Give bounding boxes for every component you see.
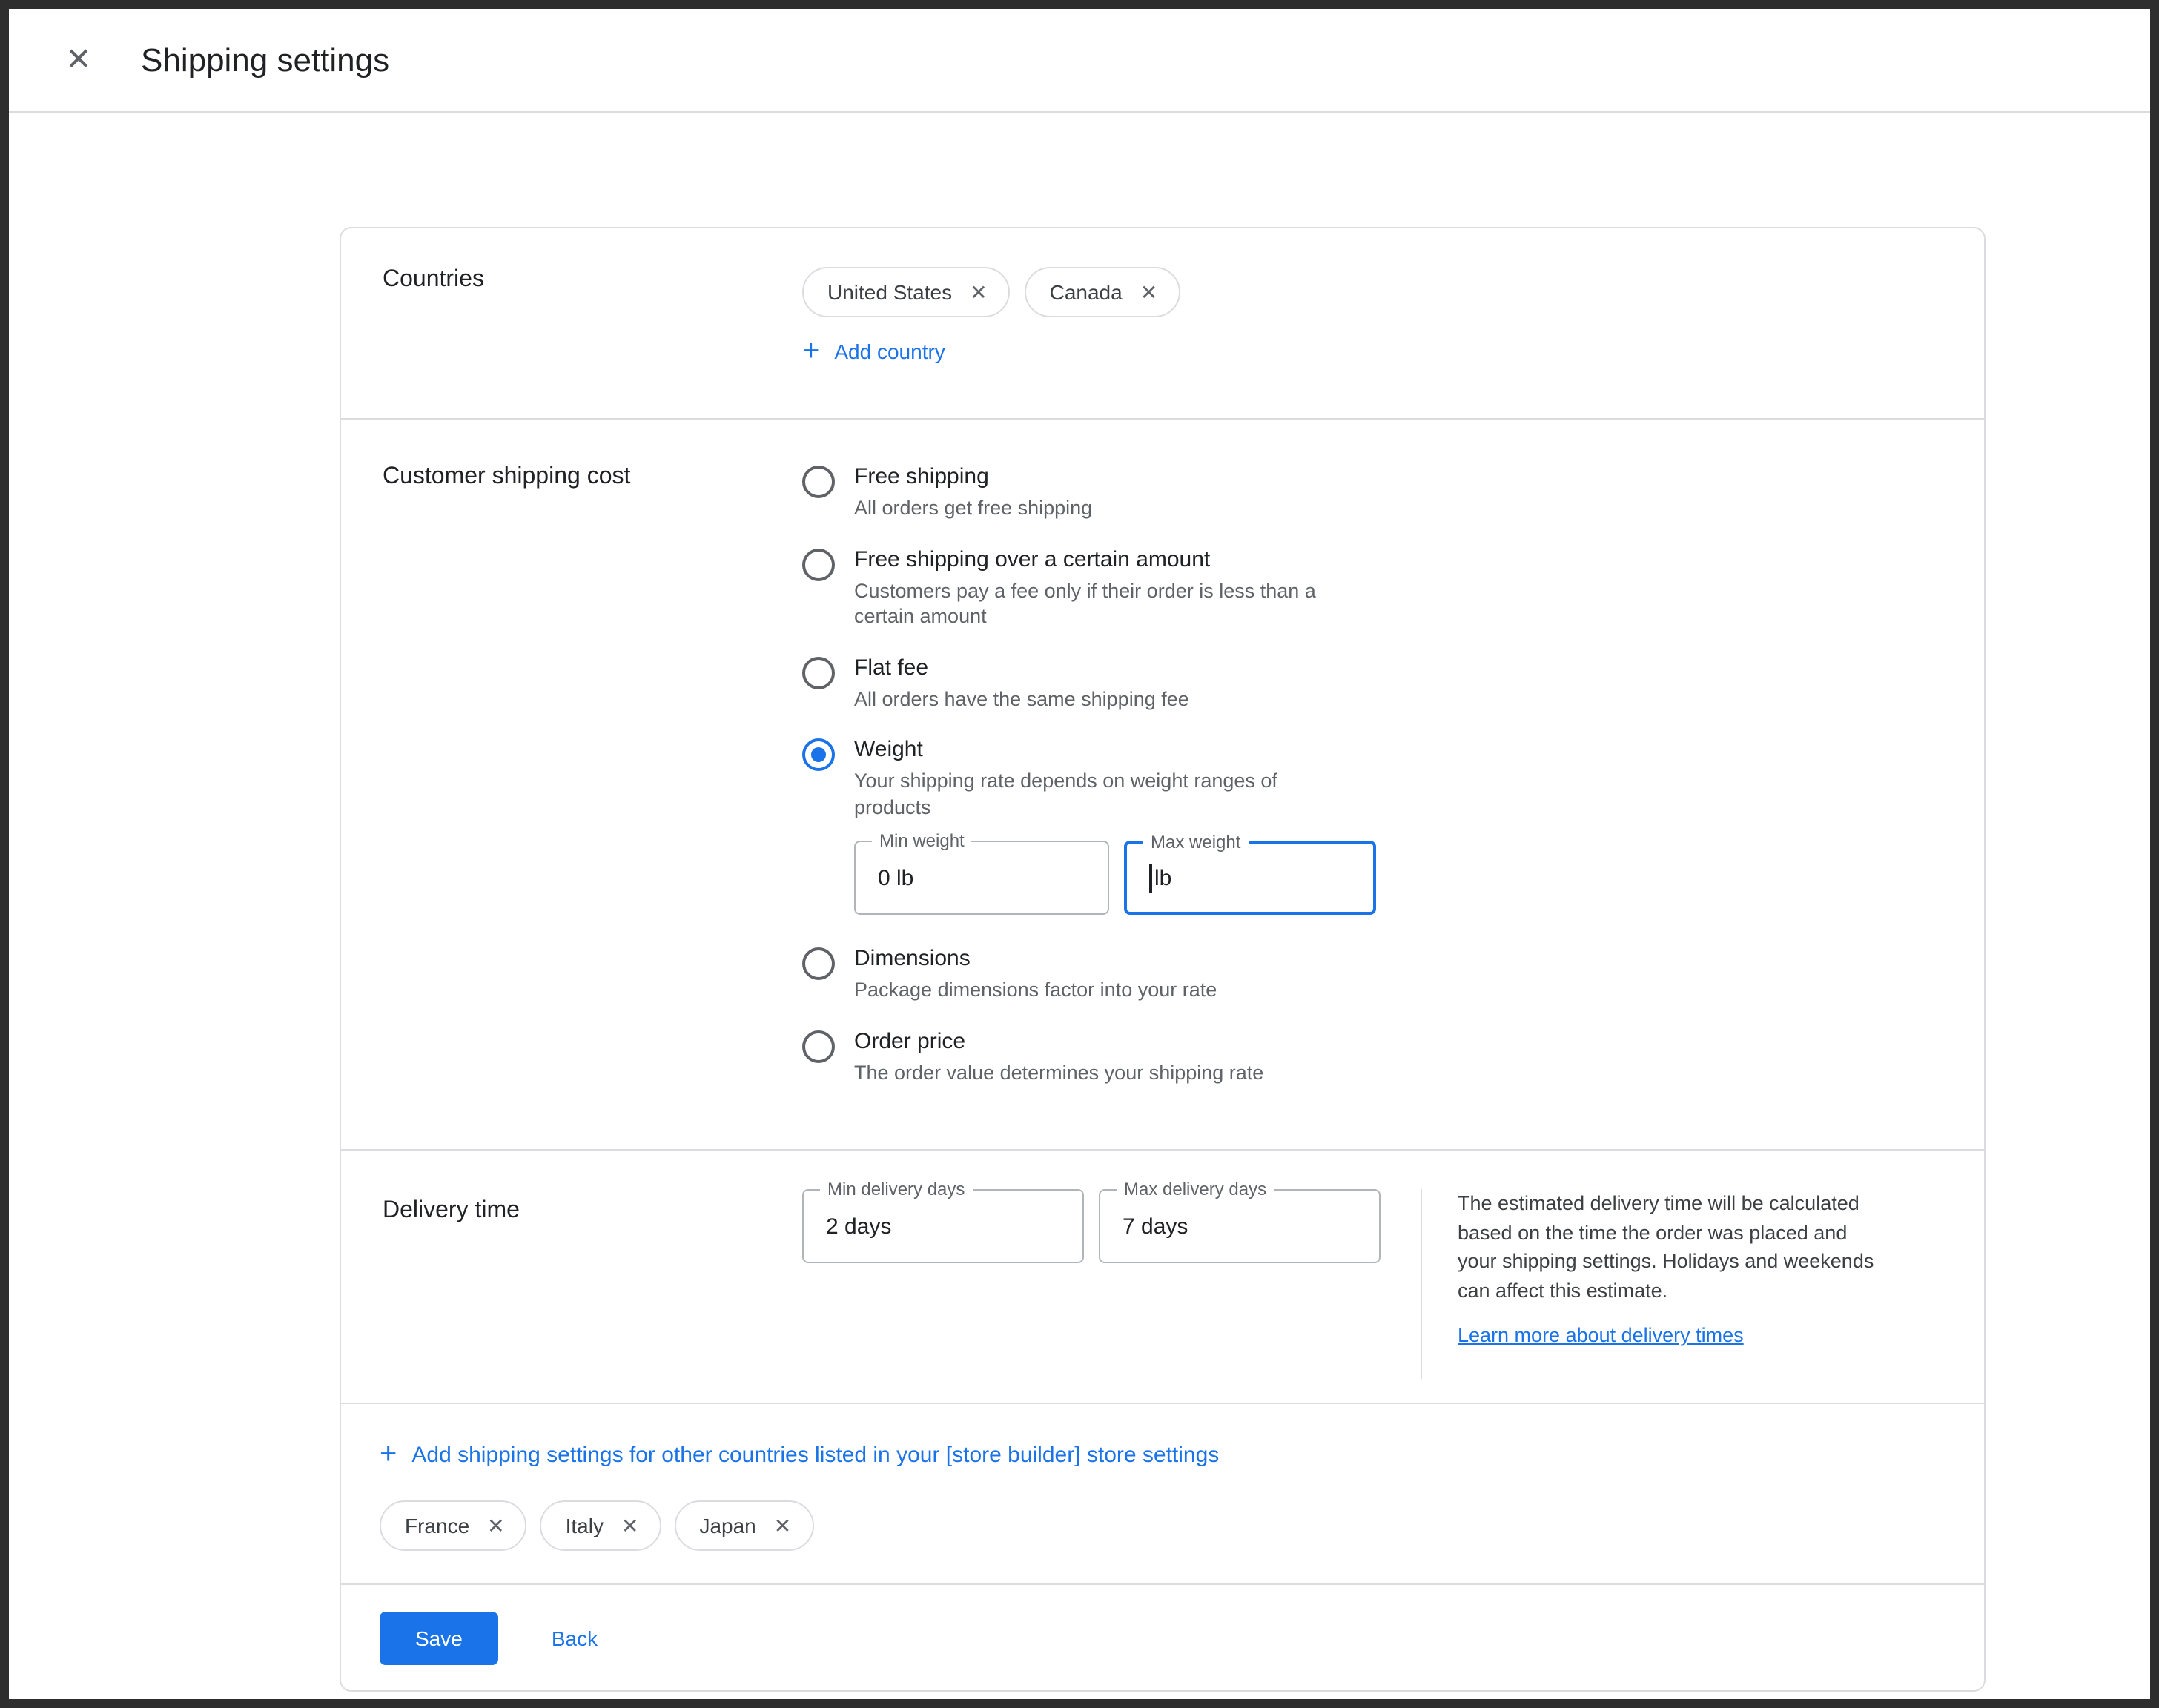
min-delivery-days-label: Min delivery days [820,1179,972,1199]
radio-option-order-price[interactable]: Order price The order value determines y… [802,1029,1376,1086]
save-button[interactable]: Save [380,1611,498,1664]
chip-label: Italy [566,1514,604,1537]
add-other-countries-label: Add shipping settings for other countrie… [411,1442,1219,1467]
radio-option-text: Flat fee All orders have the same shippi… [854,655,1189,712]
radio-option-label: Free shipping over a certain amount [854,546,1346,572]
remove-chip-icon[interactable]: ✕ [970,282,987,302]
min-weight-field-label: Min weight [872,831,972,852]
page-title: Shipping settings [141,41,389,79]
chip-united-states[interactable]: United States ✕ [802,267,1010,317]
remove-chip-icon[interactable]: ✕ [487,1515,504,1536]
radio-option-flat-fee[interactable]: Flat fee All orders have the same shippi… [802,655,1376,712]
radio-option-description: The order value determines your shipping… [854,1060,1263,1086]
max-delivery-days-value: 7 days [1100,1191,1379,1262]
radio-option-label: Order price [854,1029,1263,1054]
other-countries-section: + Add shipping settings for other countr… [341,1404,1984,1585]
radio-option-text: Free shipping All orders get free shippi… [854,464,1092,521]
add-other-countries-button[interactable]: + Add shipping settings for other countr… [380,1440,1219,1469]
min-weight-field-value: 0 lb [856,843,1108,914]
dialog-header: ✕ Shipping settings [9,9,2150,113]
radio-option-label: Weight [854,737,1376,762]
shipping-cost-options: Free shipping All orders get free shippi… [802,464,1376,1149]
chip-canada[interactable]: Canada ✕ [1025,267,1180,317]
radio-option-description: Customers pay a fee only if their order … [854,577,1346,629]
radio-option-dimensions[interactable]: Dimensions Package dimensions factor int… [802,947,1376,1004]
countries-content: United States ✕ Canada ✕ + Add country [802,267,1180,418]
other-country-chips: France ✕ Italy ✕ Japan ✕ [380,1500,1984,1551]
remove-chip-icon[interactable]: ✕ [621,1515,638,1536]
radio-icon[interactable] [802,548,835,580]
radio-option-description: All orders have the same shipping fee [854,686,1189,712]
radio-option-text: Free shipping over a certain amount Cust… [854,546,1346,629]
min-delivery-days-field[interactable]: Min delivery days 2 days [802,1189,1084,1263]
delivery-note: The estimated delivery time will be calc… [1421,1189,1880,1379]
radio-option-text: Weight Your shipping rate depends on wei… [854,737,1376,921]
remove-chip-icon[interactable]: ✕ [774,1515,791,1536]
back-button[interactable]: Back [552,1626,598,1649]
min-weight-field[interactable]: Min weight 0 lb [854,841,1109,916]
text-caret [1149,864,1151,893]
chip-italy[interactable]: Italy ✕ [540,1500,661,1551]
chip-label: Japan [699,1514,756,1537]
max-delivery-days-label: Max delivery days [1117,1179,1274,1199]
shipping-settings-dialog: ✕ Shipping settings Countries United Sta… [0,0,2159,1708]
radio-option-description: Package dimensions factor into your rate [854,978,1217,1004]
delivery-time-content: Min delivery days 2 days Max delivery da… [802,1189,1880,1403]
radio-icon[interactable] [802,656,835,689]
radio-icon[interactable] [802,466,835,498]
delivery-time-section: Delivery time Min delivery days 2 days M… [341,1151,1984,1404]
delivery-fields: Min delivery days 2 days Max delivery da… [802,1189,1381,1263]
min-delivery-days-value: 2 days [804,1191,1082,1262]
radio-option-free-shipping[interactable]: Free shipping All orders get free shippi… [802,464,1376,521]
radio-icon-selected[interactable] [802,738,835,771]
radio-option-description: Your shipping rate depends on weight ran… [854,768,1346,820]
max-delivery-days-field[interactable]: Max delivery days 7 days [1099,1189,1381,1263]
settings-card: Countries United States ✕ Canada ✕ + [340,227,1986,1692]
radio-option-text: Order price The order value determines y… [854,1029,1263,1086]
radio-option-label: Free shipping [854,464,1092,489]
chip-label: France [405,1514,469,1537]
country-chips: United States ✕ Canada ✕ [802,267,1180,317]
shipping-cost-label: Customer shipping cost [341,464,802,1149]
add-country-label: Add country [834,340,945,363]
max-weight-field[interactable]: Max weight lb [1124,841,1376,916]
radio-option-label: Flat fee [854,655,1189,680]
chip-france[interactable]: France ✕ [380,1500,527,1551]
max-weight-field-label: Max weight [1143,833,1248,853]
chip-japan[interactable]: Japan ✕ [674,1500,813,1551]
weight-fields: Min weight 0 lb Max weight lb [854,841,1376,916]
plus-icon: + [802,337,819,366]
remove-chip-icon[interactable]: ✕ [1140,282,1157,302]
chip-label: United States [827,280,952,304]
radio-icon[interactable] [802,1030,835,1063]
delivery-time-label: Delivery time [341,1189,802,1403]
chip-label: Canada [1050,280,1123,304]
radio-option-free-over-amount[interactable]: Free shipping over a certain amount Cust… [802,546,1376,629]
max-weight-field-value: lb [1127,844,1373,913]
radio-option-description: All orders get free shipping [854,495,1092,521]
close-icon[interactable]: ✕ [58,39,99,81]
plus-icon: + [380,1440,397,1469]
shipping-cost-section: Customer shipping cost Free shipping All… [341,420,1984,1151]
radio-option-weight[interactable]: Weight Your shipping rate depends on wei… [802,737,1376,921]
add-country-button[interactable]: + Add country [802,337,945,366]
radio-icon[interactable] [802,948,835,981]
radio-option-label: Dimensions [854,947,1217,972]
learn-more-link[interactable]: Learn more about delivery times [1458,1325,1744,1347]
countries-label: Countries [341,267,802,418]
countries-section: Countries United States ✕ Canada ✕ + [341,228,1984,420]
radio-option-text: Dimensions Package dimensions factor int… [854,947,1217,1004]
delivery-note-text: The estimated delivery time will be calc… [1458,1189,1880,1305]
footer-actions: Save Back [341,1585,1984,1690]
